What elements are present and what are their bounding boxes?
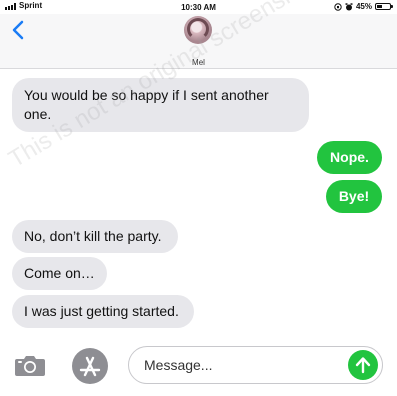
conversation-header: Mel	[0, 14, 397, 69]
message-bubble-received[interactable]: I was just getting started.	[12, 295, 194, 328]
message-bubble-received[interactable]: Come on…	[12, 257, 107, 290]
message-thread: You would be so happy if I sent another …	[0, 69, 397, 339]
send-button[interactable]	[348, 350, 378, 380]
arrow-up-icon	[355, 357, 371, 374]
camera-icon[interactable]	[14, 353, 46, 377]
alarm-icon	[345, 2, 353, 10]
avatar[interactable]	[184, 16, 212, 44]
status-right: 45%	[334, 2, 393, 11]
orientation-lock-icon	[334, 2, 342, 11]
message-input-box[interactable]	[128, 346, 383, 384]
app-store-icon[interactable]	[71, 347, 109, 385]
message-bubble-received[interactable]: You would be so happy if I sent another …	[12, 78, 309, 132]
input-bar	[0, 339, 397, 396]
avatar-image	[187, 18, 209, 40]
battery-icon	[375, 3, 393, 10]
message-bubble-sent[interactable]: Nope.	[317, 141, 382, 174]
contact-name[interactable]: Mel	[0, 58, 397, 67]
battery-level	[377, 5, 382, 8]
battery-percent: 45%	[355, 2, 372, 11]
message-bubble-sent[interactable]: Bye!	[326, 180, 382, 213]
message-input[interactable]	[144, 354, 344, 376]
message-bubble-received[interactable]: No, don’t kill the party.	[12, 220, 178, 253]
chevron-left-icon[interactable]	[10, 18, 28, 42]
status-bar: Sprint 10:30 AM 45%	[0, 0, 397, 14]
